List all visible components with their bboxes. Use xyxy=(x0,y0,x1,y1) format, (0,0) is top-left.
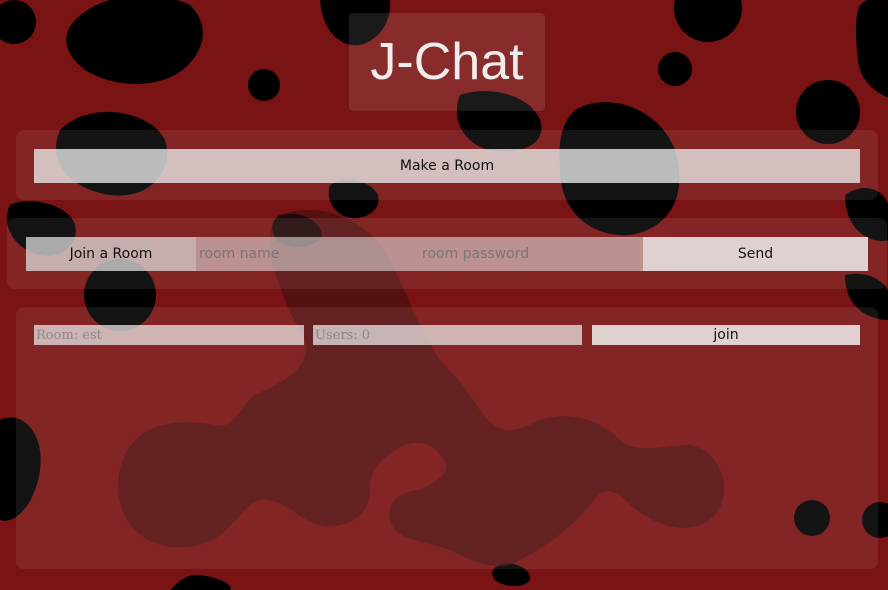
room-name-input[interactable]: room name xyxy=(196,237,419,271)
room-password-input[interactable]: room password xyxy=(419,237,643,271)
app-title: J-Chat xyxy=(370,33,524,91)
make-room-button[interactable]: Make a Room xyxy=(34,149,860,183)
join-room-label: Join a Room xyxy=(26,237,196,271)
room-name-field: Room: est xyxy=(34,325,304,345)
join-button[interactable]: join xyxy=(592,325,860,345)
app-title-box: J-Chat xyxy=(349,13,545,111)
room-list-panel xyxy=(16,307,878,569)
send-button[interactable]: Send xyxy=(643,237,868,271)
room-users-field: Users: 0 xyxy=(313,325,582,345)
